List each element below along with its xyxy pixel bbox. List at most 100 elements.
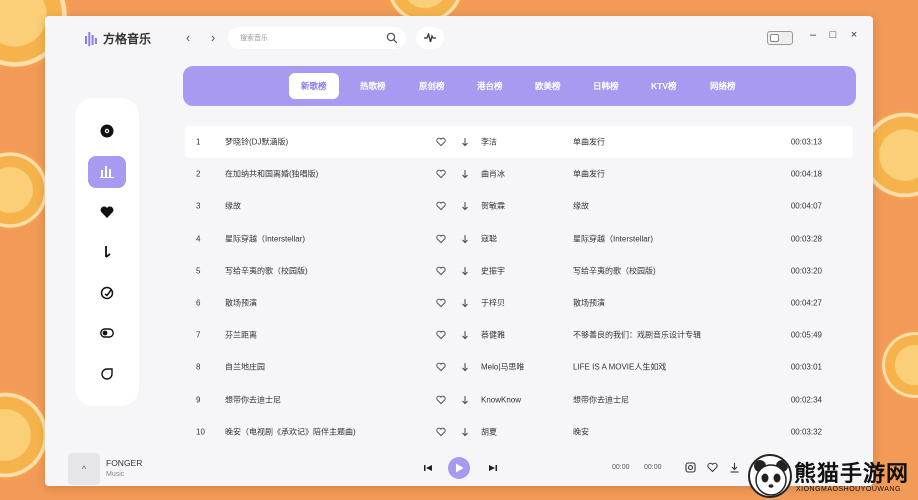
favorite-heart-icon[interactable] [436, 427, 446, 437]
favorite-heart-icon[interactable] [436, 330, 446, 340]
back-icon[interactable]: ‹ [181, 30, 195, 45]
download-arrow-icon[interactable] [460, 395, 470, 405]
song-title: 自兰地庄园 [225, 362, 265, 372]
song-album: 单曲发行 [573, 169, 605, 179]
download-arrow-icon[interactable] [460, 266, 470, 276]
song-title: 想带你去迪士尼 [225, 395, 281, 405]
song-album: 想带你去迪士尼 [573, 395, 629, 405]
sidebar-item-downloads[interactable] [88, 236, 126, 268]
forward-icon[interactable]: › [206, 30, 220, 45]
now-playing-title: FONGER [106, 458, 143, 468]
song-duration: 00:02:34 [790, 395, 822, 405]
song-index: 8 [196, 362, 201, 372]
audio-wave-button[interactable] [416, 27, 444, 49]
next-icon[interactable] [487, 462, 499, 474]
song-row[interactable]: 10 晚安（电视剧《承欢记》陪伴主题曲) 胡夏 晚安 00:03:32 [185, 416, 853, 448]
sidebar-item-favorites[interactable] [88, 196, 126, 228]
disc-icon [100, 124, 114, 138]
song-duration: 00:05:49 [790, 330, 822, 340]
song-row[interactable]: 1 梦晓铃(DJ默涵版) 李洁 单曲发行 00:03:13 [185, 126, 853, 159]
play-icon [455, 463, 463, 473]
theme-toggle[interactable] [767, 31, 793, 45]
song-artist: KnowKnow [481, 395, 522, 405]
sidebar-item-settings[interactable] [88, 317, 126, 349]
now-playing-artist: Music [106, 471, 125, 478]
tab-network[interactable]: 网络榜 [698, 73, 748, 99]
song-album: 不够善良的我们：戏剧音乐设计专辑 [573, 330, 701, 340]
camera-icon[interactable] [685, 462, 696, 473]
song-title: 芬兰距离 [225, 330, 257, 340]
sidebar-item-charts[interactable] [88, 156, 126, 188]
favorite-heart-icon[interactable] [436, 395, 446, 405]
previous-icon[interactable] [422, 462, 434, 474]
favorite-heart-icon[interactable] [436, 137, 446, 147]
favorite-heart-icon[interactable] [436, 266, 446, 276]
close-icon[interactable]: × [847, 29, 861, 41]
tab-western[interactable]: 欧美榜 [523, 73, 573, 99]
sidebar-item-skin[interactable] [88, 358, 126, 390]
expand-icon: ^ [81, 464, 87, 474]
search-placeholder: 搜索音乐 [240, 35, 268, 42]
song-duration: 00:03:20 [790, 266, 822, 276]
search-input[interactable]: 搜索音乐 [228, 27, 406, 49]
tab-new-songs[interactable]: 新歌榜 [289, 73, 339, 99]
pulse-icon [424, 33, 436, 43]
song-title: 写给辛夷的歌（校园版) [225, 266, 308, 276]
song-row[interactable]: 6 散场预演 于梓贝 散场预演 00:04:27 [185, 287, 853, 319]
favorite-heart-icon[interactable] [436, 362, 446, 372]
download-arrow-icon[interactable] [460, 137, 470, 147]
chart-tabs: 新歌榜 热歌榜 原创榜 港台榜 欧美榜 日韩榜 KTV榜 网络榜 [183, 66, 856, 106]
download-arrow-icon[interactable] [460, 169, 470, 179]
search-icon[interactable] [386, 32, 398, 44]
sidebar [75, 98, 139, 406]
download-arrow-icon[interactable] [460, 330, 470, 340]
leaf-icon [101, 368, 113, 380]
song-artist: 于梓贝 [481, 298, 505, 308]
album-cover[interactable]: ^ [68, 453, 100, 485]
song-title: 晚安（电视剧《承欢记》陪伴主题曲) [225, 427, 356, 437]
maximize-icon[interactable]: □ [826, 29, 840, 41]
download-arrow-icon[interactable] [460, 362, 470, 372]
song-artist: 寇聪 [481, 234, 497, 244]
favorite-heart-icon[interactable] [436, 201, 446, 211]
tab-hk-tw[interactable]: 港台榜 [465, 73, 515, 99]
logo-bars-icon [85, 31, 97, 46]
song-index: 10 [196, 427, 205, 437]
download-arrow-icon[interactable] [460, 201, 470, 211]
song-row[interactable]: 7 芬兰距离 蔡健雅 不够善良的我们：戏剧音乐设计专辑 00:05:49 [185, 319, 853, 351]
download-arrow-icon[interactable] [460, 427, 470, 437]
tab-original[interactable]: 原创榜 [407, 73, 457, 99]
song-duration: 00:04:07 [790, 201, 822, 211]
song-index: 2 [196, 169, 201, 179]
song-album: 单曲发行 [573, 137, 605, 147]
sidebar-item-discover[interactable] [88, 277, 126, 309]
song-row[interactable]: 2 在加纳共和国离婚(独唱版) 曲肖冰 单曲发行 00:04:18 [185, 158, 853, 190]
sidebar-item-disc[interactable] [88, 115, 126, 147]
app-window: 方格音乐 ‹ › 搜索音乐 – □ × 新歌榜 热歌榜 原创榜 港台榜 欧美榜 … [45, 16, 873, 486]
minimize-icon[interactable]: – [806, 29, 820, 41]
tab-ktv[interactable]: KTV榜 [639, 73, 689, 99]
total-time: 00:00 [644, 464, 662, 471]
song-row[interactable]: 3 缘故 贺敏霖 缘故 00:04:07 [185, 190, 853, 222]
download-arrow-icon[interactable] [460, 298, 470, 308]
favorite-heart-icon[interactable] [436, 298, 446, 308]
song-title: 星际穿越（Interstellar) [225, 234, 306, 244]
like-heart-icon[interactable] [707, 462, 718, 473]
song-row[interactable]: 4 星际穿越（Interstellar) 寇聪 星际穿越（Interstella… [185, 223, 853, 255]
favorite-heart-icon[interactable] [436, 169, 446, 179]
song-row[interactable]: 9 想带你去迪士尼 KnowKnow 想带你去迪士尼 00:02:34 [185, 384, 853, 416]
app-name: 方格音乐 [103, 32, 152, 46]
song-artist: 贺敏霖 [481, 201, 505, 211]
song-row[interactable]: 5 写给辛夷的歌（校园版) 史振宇 写给辛夷的歌（校园版) 00:03:20 [185, 255, 853, 287]
song-artist: 蔡健雅 [481, 330, 505, 340]
favorite-heart-icon[interactable] [436, 234, 446, 244]
play-button[interactable] [448, 457, 470, 479]
tab-jp-kr[interactable]: 日韩榜 [581, 73, 631, 99]
song-row[interactable]: 8 自兰地庄园 Melo|马思唯 LIFE IS A MOVIE人生如戏 00:… [185, 351, 853, 383]
download-icon[interactable] [729, 462, 740, 473]
download-arrow-icon[interactable] [460, 234, 470, 244]
song-album: 晚安 [573, 427, 589, 437]
tab-hot-songs[interactable]: 热歌榜 [348, 73, 398, 99]
song-list: 1 梦晓铃(DJ默涵版) 李洁 单曲发行 00:03:13 2 在加纳共和国离婚… [185, 126, 853, 448]
song-index: 4 [196, 234, 201, 244]
